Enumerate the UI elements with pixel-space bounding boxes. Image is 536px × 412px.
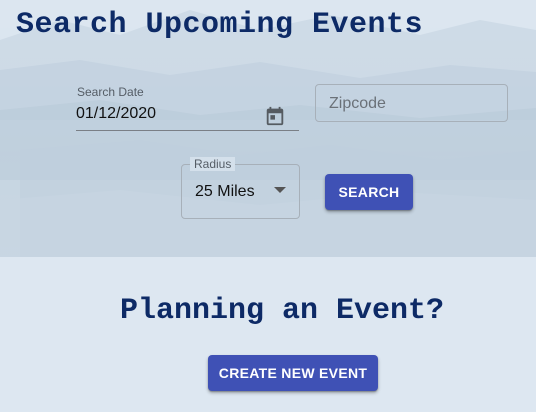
create-new-event-button[interactable]: CREATE NEW EVENT [208, 355, 378, 391]
page-title: Search Upcoming Events [16, 8, 424, 42]
search-date-input[interactable]: 01/12/2020 [76, 105, 156, 123]
planning-heading: Planning an Event? [120, 294, 445, 328]
radius-select[interactable]: Radius 25 Miles [181, 157, 300, 219]
zipcode-input[interactable] [329, 93, 499, 115]
radius-selected-value: 25 Miles [195, 183, 255, 200]
search-date-underline [76, 130, 299, 131]
radius-label: Radius [190, 157, 236, 171]
calendar-icon[interactable] [264, 105, 286, 127]
search-button[interactable]: SEARCH [325, 174, 413, 210]
search-date-label: Search Date [77, 85, 144, 99]
hero-section: Search Upcoming Events Search Date 01/12… [0, 0, 536, 257]
caret-down-icon [274, 187, 286, 193]
zipcode-field[interactable] [315, 84, 508, 122]
